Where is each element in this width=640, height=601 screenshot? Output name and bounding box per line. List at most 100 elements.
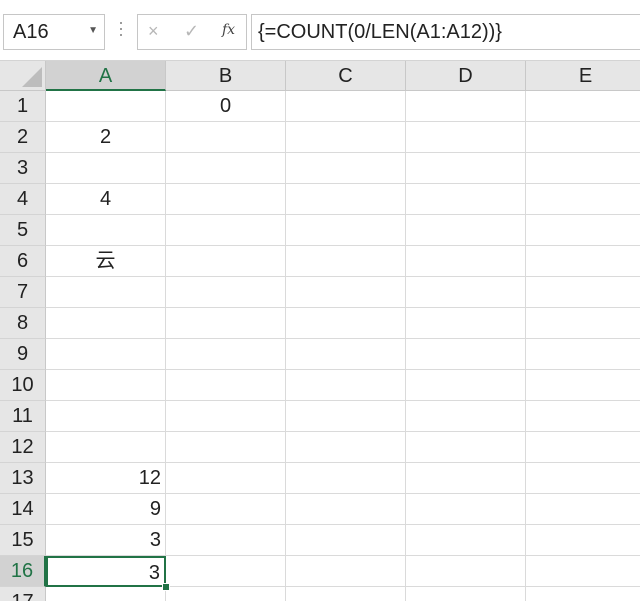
spreadsheet-grid[interactable]: ABCDE102234456云789101112131214915316317 [0, 61, 640, 601]
cell-d9[interactable] [406, 339, 526, 370]
row-header-17[interactable]: 17 [0, 587, 46, 601]
cell-d7[interactable] [406, 277, 526, 308]
cell-b7[interactable] [166, 277, 286, 308]
cell-a9[interactable] [46, 339, 166, 370]
cell-b4[interactable] [166, 184, 286, 215]
cell-e1[interactable] [526, 91, 640, 122]
cell-d11[interactable] [406, 401, 526, 432]
cell-a4[interactable]: 4 [46, 184, 166, 215]
cell-d6[interactable] [406, 246, 526, 277]
cell-e13[interactable] [526, 463, 640, 494]
cell-d10[interactable] [406, 370, 526, 401]
cell-a16[interactable]: 3 [46, 556, 166, 587]
cell-e11[interactable] [526, 401, 640, 432]
column-header-d[interactable]: D [406, 61, 526, 91]
row-header-10[interactable]: 10 [0, 370, 46, 401]
cell-c2[interactable] [286, 122, 406, 153]
cell-c7[interactable] [286, 277, 406, 308]
cell-b8[interactable] [166, 308, 286, 339]
row-header-14[interactable]: 14 [0, 494, 46, 525]
cell-b12[interactable] [166, 432, 286, 463]
cell-e16[interactable] [526, 556, 640, 587]
cell-a6[interactable]: 云 [46, 246, 166, 277]
cell-a8[interactable] [46, 308, 166, 339]
cell-e12[interactable] [526, 432, 640, 463]
cell-c14[interactable] [286, 494, 406, 525]
cell-c16[interactable] [286, 556, 406, 587]
cell-c1[interactable] [286, 91, 406, 122]
row-header-13[interactable]: 13 [0, 463, 46, 494]
row-header-7[interactable]: 7 [0, 277, 46, 308]
column-header-b[interactable]: B [166, 61, 286, 91]
name-box-value[interactable]: A16 [13, 21, 49, 44]
row-header-15[interactable]: 15 [0, 525, 46, 556]
cell-a14[interactable]: 9 [46, 494, 166, 525]
cell-b2[interactable] [166, 122, 286, 153]
cell-e4[interactable] [526, 184, 640, 215]
cell-e10[interactable] [526, 370, 640, 401]
row-header-16[interactable]: 16 [0, 556, 46, 587]
cell-e8[interactable] [526, 308, 640, 339]
cell-e5[interactable] [526, 215, 640, 246]
cell-e6[interactable] [526, 246, 640, 277]
column-header-c[interactable]: C [286, 61, 406, 91]
cell-b1[interactable]: 0 [166, 91, 286, 122]
row-header-12[interactable]: 12 [0, 432, 46, 463]
cell-a13[interactable]: 12 [46, 463, 166, 494]
row-header-8[interactable]: 8 [0, 308, 46, 339]
cell-a15[interactable]: 3 [46, 525, 166, 556]
cell-c12[interactable] [286, 432, 406, 463]
enter-icon[interactable]: ✓ [184, 21, 199, 42]
cell-c9[interactable] [286, 339, 406, 370]
cell-b13[interactable] [166, 463, 286, 494]
cancel-icon[interactable]: × [148, 21, 159, 42]
cell-b3[interactable] [166, 153, 286, 184]
cell-d17[interactable] [406, 587, 526, 601]
chevron-down-icon[interactable]: ▼ [88, 25, 98, 36]
cell-a5[interactable] [46, 215, 166, 246]
grip-icon[interactable] [119, 22, 123, 42]
row-header-2[interactable]: 2 [0, 122, 46, 153]
cell-e9[interactable] [526, 339, 640, 370]
formula-input[interactable]: {=COUNT(0/LEN(A1:A12))} [251, 14, 640, 50]
row-header-6[interactable]: 6 [0, 246, 46, 277]
column-header-a[interactable]: A [46, 61, 166, 91]
cell-b11[interactable] [166, 401, 286, 432]
row-header-1[interactable]: 1 [0, 91, 46, 122]
select-all-corner[interactable] [0, 61, 46, 91]
cell-b16[interactable] [166, 556, 286, 587]
cell-d12[interactable] [406, 432, 526, 463]
fill-handle[interactable] [162, 583, 170, 591]
cell-d13[interactable] [406, 463, 526, 494]
cell-b10[interactable] [166, 370, 286, 401]
cell-e17[interactable] [526, 587, 640, 601]
name-box[interactable]: A16 ▼ [3, 14, 105, 50]
cell-e3[interactable] [526, 153, 640, 184]
cell-e15[interactable] [526, 525, 640, 556]
cell-a3[interactable] [46, 153, 166, 184]
cell-d2[interactable] [406, 122, 526, 153]
cell-c15[interactable] [286, 525, 406, 556]
cell-a7[interactable] [46, 277, 166, 308]
cell-d1[interactable] [406, 91, 526, 122]
insert-function-icon[interactable]: fx [222, 22, 235, 38]
cell-c10[interactable] [286, 370, 406, 401]
cell-b17[interactable] [166, 587, 286, 601]
cell-d4[interactable] [406, 184, 526, 215]
row-header-9[interactable]: 9 [0, 339, 46, 370]
cell-a10[interactable] [46, 370, 166, 401]
cell-b14[interactable] [166, 494, 286, 525]
cell-d16[interactable] [406, 556, 526, 587]
cell-c13[interactable] [286, 463, 406, 494]
cell-d5[interactable] [406, 215, 526, 246]
cell-b5[interactable] [166, 215, 286, 246]
cell-b15[interactable] [166, 525, 286, 556]
row-header-4[interactable]: 4 [0, 184, 46, 215]
cell-c6[interactable] [286, 246, 406, 277]
row-header-11[interactable]: 11 [0, 401, 46, 432]
cell-c3[interactable] [286, 153, 406, 184]
cell-a2[interactable]: 2 [46, 122, 166, 153]
cell-c17[interactable] [286, 587, 406, 601]
cell-d14[interactable] [406, 494, 526, 525]
cell-b9[interactable] [166, 339, 286, 370]
